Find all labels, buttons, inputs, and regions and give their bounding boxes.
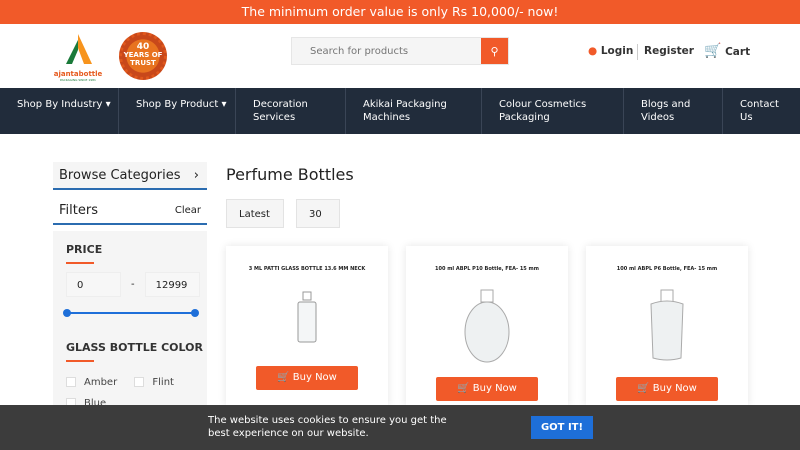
color-title: GLASS BOTTLE COLOR bbox=[66, 341, 203, 354]
search-button[interactable]: ⚲ bbox=[481, 38, 508, 64]
product-card[interactable]: 100 ml ABPL P10 Bottle, FEA- 15 mm 🛒 Buy… bbox=[406, 246, 568, 406]
label: Buy Now bbox=[292, 372, 337, 383]
label: Contact Us bbox=[740, 99, 779, 123]
label: Shop By Industry bbox=[17, 99, 103, 110]
nav-decoration-services[interactable]: Decoration Services bbox=[236, 88, 346, 134]
divider bbox=[637, 44, 638, 60]
label: Shop By Product bbox=[136, 99, 219, 110]
register-label: Register bbox=[644, 45, 694, 57]
price-title: PRICE bbox=[66, 243, 103, 256]
logo-text: ajantabottle bbox=[53, 70, 103, 78]
product-name[interactable]: 100 ml ABPL P6 Bottle, FEA- 15 mm bbox=[586, 266, 748, 272]
label: Flint bbox=[152, 377, 174, 388]
filter-panel: PRICE 0 - 12999 GLASS BOTTLE COLOR Amber… bbox=[53, 231, 207, 411]
price-separator: - bbox=[131, 279, 135, 290]
product-card[interactable]: 3 ML PATTI GLASS BOTTLE 13.6 MM NECK 🛒 B… bbox=[226, 246, 388, 406]
browse-categories[interactable]: Browse Categories › bbox=[53, 162, 207, 190]
filters-header: Filters Clear bbox=[53, 197, 207, 225]
cart-label: Cart bbox=[725, 46, 751, 58]
label: Buy Now bbox=[472, 383, 517, 394]
price-slider[interactable] bbox=[63, 309, 199, 317]
clear-filters-button[interactable]: Clear bbox=[175, 205, 201, 216]
label: 30 bbox=[309, 209, 322, 220]
badge-text: YEARS OF TRUST bbox=[123, 51, 163, 67]
login-link[interactable]: ● Login bbox=[588, 45, 633, 57]
product-image bbox=[464, 289, 510, 363]
search-input[interactable] bbox=[292, 38, 481, 64]
sort-select[interactable]: Latest bbox=[226, 199, 284, 228]
logo-icon bbox=[66, 34, 92, 64]
cart-link[interactable]: 🛒 Cart bbox=[704, 43, 750, 59]
checkbox-amber[interactable]: Amber bbox=[66, 377, 117, 388]
nav-shop-by-industry[interactable]: Shop By Industry ▾ bbox=[0, 88, 119, 134]
buy-now-button[interactable]: 🛒 Buy Now bbox=[616, 377, 718, 401]
logo-subtext: PACKAGING SINCE 1981 bbox=[60, 78, 96, 82]
logo[interactable]: ajantabottle PACKAGING SINCE 1981 bbox=[52, 34, 104, 82]
buy-now-button[interactable]: 🛒 Buy Now bbox=[256, 366, 358, 390]
nav-akikai-packaging[interactable]: Akikai Packaging Machines bbox=[346, 88, 482, 134]
trust-badge: 40 YEARS OF TRUST bbox=[119, 32, 167, 80]
label: Colour Cosmetics Packaging bbox=[499, 99, 587, 123]
badge-number: 40 bbox=[136, 42, 150, 52]
search-icon: ⚲ bbox=[490, 45, 499, 58]
per-page-select[interactable]: 30 bbox=[296, 199, 340, 228]
cookie-accept-button[interactable]: GOT IT! bbox=[531, 416, 593, 439]
label: Browse Categories bbox=[59, 168, 181, 183]
header: ajantabottle PACKAGING SINCE 1981 40 YEAR… bbox=[0, 24, 800, 88]
slider-handle-min[interactable] bbox=[63, 309, 71, 317]
label: Blogs and Videos bbox=[641, 99, 691, 123]
label: Filters bbox=[59, 203, 98, 218]
nav-shop-by-product[interactable]: Shop By Product ▾ bbox=[119, 88, 236, 134]
label: Decoration Services bbox=[253, 99, 308, 123]
nav-colour-cosmetics[interactable]: Colour Cosmetics Packaging bbox=[482, 88, 624, 134]
label: 0 bbox=[77, 280, 84, 291]
product-name[interactable]: 100 ml ABPL P10 Bottle, FEA- 15 mm bbox=[406, 266, 568, 272]
product-card[interactable]: 100 ml ABPL P6 Bottle, FEA- 15 mm 🛒 Buy … bbox=[586, 246, 748, 406]
label: Latest bbox=[239, 209, 270, 220]
price-max-input[interactable]: 12999 bbox=[144, 272, 200, 297]
chevron-right-icon: › bbox=[193, 168, 199, 183]
label: Akikai Packaging Machines bbox=[363, 99, 447, 123]
cookie-text: The website uses cookies to ensure you g… bbox=[208, 415, 447, 439]
cart-icon: 🛒 bbox=[704, 43, 722, 59]
promo-banner: The minimum order value is only Rs 10,00… bbox=[0, 0, 800, 24]
product-image bbox=[650, 289, 684, 361]
slider-handle-max[interactable] bbox=[191, 309, 199, 317]
login-label: Login bbox=[600, 45, 634, 57]
product-image bbox=[297, 291, 317, 343]
checkbox-flint[interactable]: Flint bbox=[134, 377, 174, 388]
page-title: Perfume Bottles bbox=[226, 165, 354, 184]
price-min-input[interactable]: 0 bbox=[66, 272, 121, 297]
product-name[interactable]: 3 ML PATTI GLASS BOTTLE 13.6 MM NECK bbox=[226, 266, 388, 272]
buy-now-button[interactable]: 🛒 Buy Now bbox=[436, 377, 538, 401]
label: Buy Now bbox=[652, 383, 697, 394]
label: Amber bbox=[84, 377, 118, 388]
cookie-banner: The website uses cookies to ensure you g… bbox=[0, 405, 800, 450]
register-link[interactable]: Register bbox=[644, 45, 694, 57]
user-icon: ● bbox=[588, 45, 598, 57]
nav-blogs-videos[interactable]: Blogs and Videos bbox=[624, 88, 723, 134]
label: 12999 bbox=[155, 280, 188, 291]
main-nav: Shop By Industry ▾ Shop By Product ▾ Dec… bbox=[0, 88, 800, 134]
search-bar: ⚲ bbox=[291, 37, 509, 65]
promo-text: The minimum order value is only Rs 10,00… bbox=[241, 4, 559, 19]
nav-contact-us[interactable]: Contact Us bbox=[723, 88, 800, 134]
